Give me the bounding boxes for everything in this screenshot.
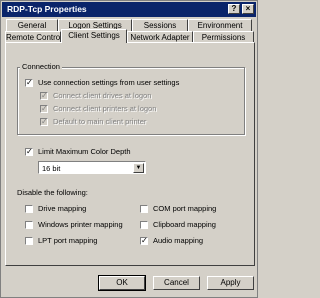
com-port-mapping-checkbox[interactable]: [140, 205, 148, 213]
clipboard-mapping-label: Clipboard mapping: [153, 220, 216, 229]
connect-drives-label: Connect client drives at logon: [53, 91, 152, 100]
connection-group-label: Connection: [20, 62, 62, 71]
lpt-port-mapping-label: LPT port mapping: [38, 236, 98, 245]
checkmark-icon: ✓: [141, 237, 148, 245]
connect-printers-label: Connect client printers at logon: [53, 104, 157, 113]
disable-following-label: Disable the following:: [17, 188, 88, 197]
audio-mapping-label: Audio mapping: [153, 236, 204, 245]
drive-mapping-checkbox[interactable]: [25, 205, 33, 213]
properties-dialog: RDP-Tcp Properties ? × General Logon Set…: [0, 0, 258, 298]
default-printer-checkbox[interactable]: ✓: [40, 118, 48, 126]
use-connection-settings-checkbox[interactable]: ✓: [25, 79, 33, 87]
tab-general[interactable]: General: [6, 19, 58, 31]
windows-printer-mapping-checkbox[interactable]: [25, 221, 33, 229]
audio-mapping-checkbox[interactable]: ✓: [140, 237, 148, 245]
tab-environment[interactable]: Environment: [188, 19, 252, 31]
window-title: RDP-Tcp Properties: [7, 4, 87, 14]
checkmark-icon: ✓: [41, 105, 48, 113]
limit-color-depth-label: Limit Maximum Color Depth: [38, 147, 131, 156]
help-button[interactable]: ?: [228, 4, 240, 14]
color-depth-value: 16 bit: [42, 164, 61, 173]
windows-printer-mapping-label: Windows printer mapping: [38, 220, 123, 229]
limit-color-depth-checkbox[interactable]: ✓: [25, 148, 33, 156]
connect-drives-checkbox[interactable]: ✓: [40, 92, 48, 100]
close-button[interactable]: ×: [242, 4, 254, 14]
title-bar[interactable]: RDP-Tcp Properties ? ×: [2, 2, 256, 17]
checkmark-icon: ✓: [26, 79, 33, 87]
lpt-port-mapping-checkbox[interactable]: [25, 237, 33, 245]
com-port-mapping-label: COM port mapping: [153, 204, 217, 213]
color-depth-select[interactable]: 16 bit ▼: [38, 161, 146, 174]
checkmark-icon: ✓: [41, 92, 48, 100]
checkmark-icon: ✓: [41, 118, 48, 126]
client-settings-panel: Connection ✓ Use connection settings fro…: [5, 42, 255, 266]
drive-mapping-label: Drive mapping: [38, 204, 87, 213]
use-connection-settings-label: Use connection settings from user settin…: [38, 78, 180, 87]
tab-sessions[interactable]: Sessions: [132, 19, 188, 31]
ok-button[interactable]: OK: [98, 275, 146, 291]
clipboard-mapping-checkbox[interactable]: [140, 221, 148, 229]
checkmark-icon: ✓: [26, 148, 33, 156]
chevron-down-icon[interactable]: ▼: [133, 163, 144, 173]
tab-client-settings[interactable]: Client Settings: [61, 29, 127, 43]
default-printer-label: Default to main client printer: [53, 117, 147, 126]
apply-button[interactable]: Apply: [207, 276, 254, 290]
cancel-button[interactable]: Cancel: [153, 276, 200, 290]
connect-printers-checkbox[interactable]: ✓: [40, 105, 48, 113]
